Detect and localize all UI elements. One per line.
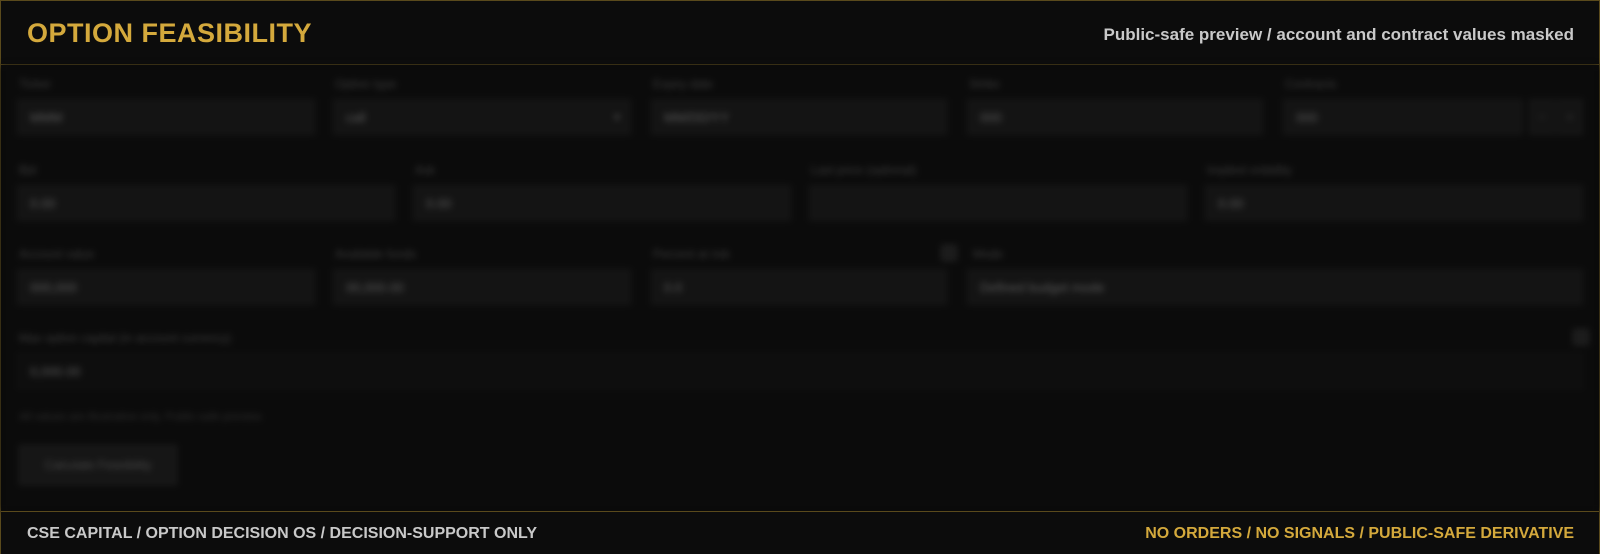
ask-value: 0.00: [426, 196, 452, 211]
strike-input[interactable]: 000: [967, 99, 1263, 135]
iv-input[interactable]: 0.00: [1205, 185, 1583, 221]
contracts-input[interactable]: 000: [1283, 99, 1523, 135]
risk-pct-input[interactable]: 0.0: [651, 269, 947, 305]
contracts-label: Contracts: [1285, 77, 1337, 91]
footer-disclaimer: NO ORDERS / NO SIGNALS / PUBLIC-SAFE DER…: [1145, 525, 1574, 542]
account-value-label: Account value: [19, 247, 95, 261]
max-capital-input[interactable]: 0,000.00: [17, 353, 1583, 389]
disclaimer-hint: All values are illustrative only. Public…: [19, 411, 264, 423]
masked-form: Ticker MMM Option type call ▾ Expiry dat…: [1, 65, 1599, 511]
ticker-label: Ticker: [19, 77, 52, 91]
iv-label: Implied volatility: [1207, 163, 1292, 177]
strike-value: 000: [980, 110, 1002, 125]
footer-brand: CSE CAPITAL / OPTION DECISION OS / DECIS…: [27, 525, 537, 542]
ticker-value: MMM: [30, 110, 63, 125]
last-price-input[interactable]: [809, 185, 1187, 221]
max-capital-toggle[interactable]: [1573, 329, 1589, 345]
mode-label: Mode: [973, 247, 1004, 261]
iv-value: 0.00: [1218, 196, 1244, 211]
option-type-select[interactable]: call ▾: [333, 99, 631, 135]
mode-value: Defined budget mode: [980, 280, 1105, 295]
last-price-label: Last price (optional): [811, 163, 917, 177]
account-value-input[interactable]: 000,000: [17, 269, 315, 305]
available-funds-value: 00,000.00: [346, 280, 404, 295]
panel-header: OPTION FEASIBILITY Public-safe preview /…: [1, 1, 1599, 65]
risk-pct-label: Percent at risk: [653, 247, 730, 261]
bid-value: 0.00: [30, 196, 56, 211]
ask-input[interactable]: 0.00: [413, 185, 791, 221]
calculate-feasibility-button[interactable]: Calculate Feasibility: [19, 445, 177, 485]
panel-footer: CSE CAPITAL / OPTION DECISION OS / DECIS…: [1, 511, 1599, 554]
expiry-input[interactable]: MM/DD/YY: [651, 99, 947, 135]
bid-input[interactable]: 0.00: [17, 185, 395, 221]
ticker-input[interactable]: MMM: [17, 99, 315, 135]
expiry-label: Expiry date: [653, 77, 714, 91]
expiry-value: MM/DD/YY: [664, 110, 729, 125]
option-feasibility-panel: OPTION FEASIBILITY Public-safe preview /…: [0, 0, 1600, 554]
contracts-value: 000: [1296, 110, 1318, 125]
risk-toggle-checkbox[interactable]: [941, 245, 957, 261]
decrement-button[interactable]: −: [1529, 99, 1555, 135]
account-value-value: 000,000: [30, 280, 77, 295]
risk-pct-value: 0.0: [664, 280, 683, 295]
chevron-down-icon: ▾: [613, 110, 620, 124]
strike-label: Strike: [969, 77, 1000, 91]
option-type-label: Option type: [335, 77, 397, 91]
page-title: OPTION FEASIBILITY: [27, 18, 313, 48]
increment-button[interactable]: +: [1557, 99, 1583, 135]
privacy-notice: Public-safe preview / account and contra…: [1103, 25, 1574, 44]
ask-label: Ask: [415, 163, 436, 177]
max-capital-label: Max option capital (in account currency): [19, 331, 232, 345]
available-funds-input[interactable]: 00,000.00: [333, 269, 631, 305]
max-capital-value: 0,000.00: [30, 364, 81, 379]
mode-field[interactable]: Defined budget mode: [967, 269, 1583, 305]
bid-label: Bid: [19, 163, 37, 177]
option-type-value: call: [346, 110, 366, 125]
available-funds-label: Available funds: [335, 247, 417, 261]
